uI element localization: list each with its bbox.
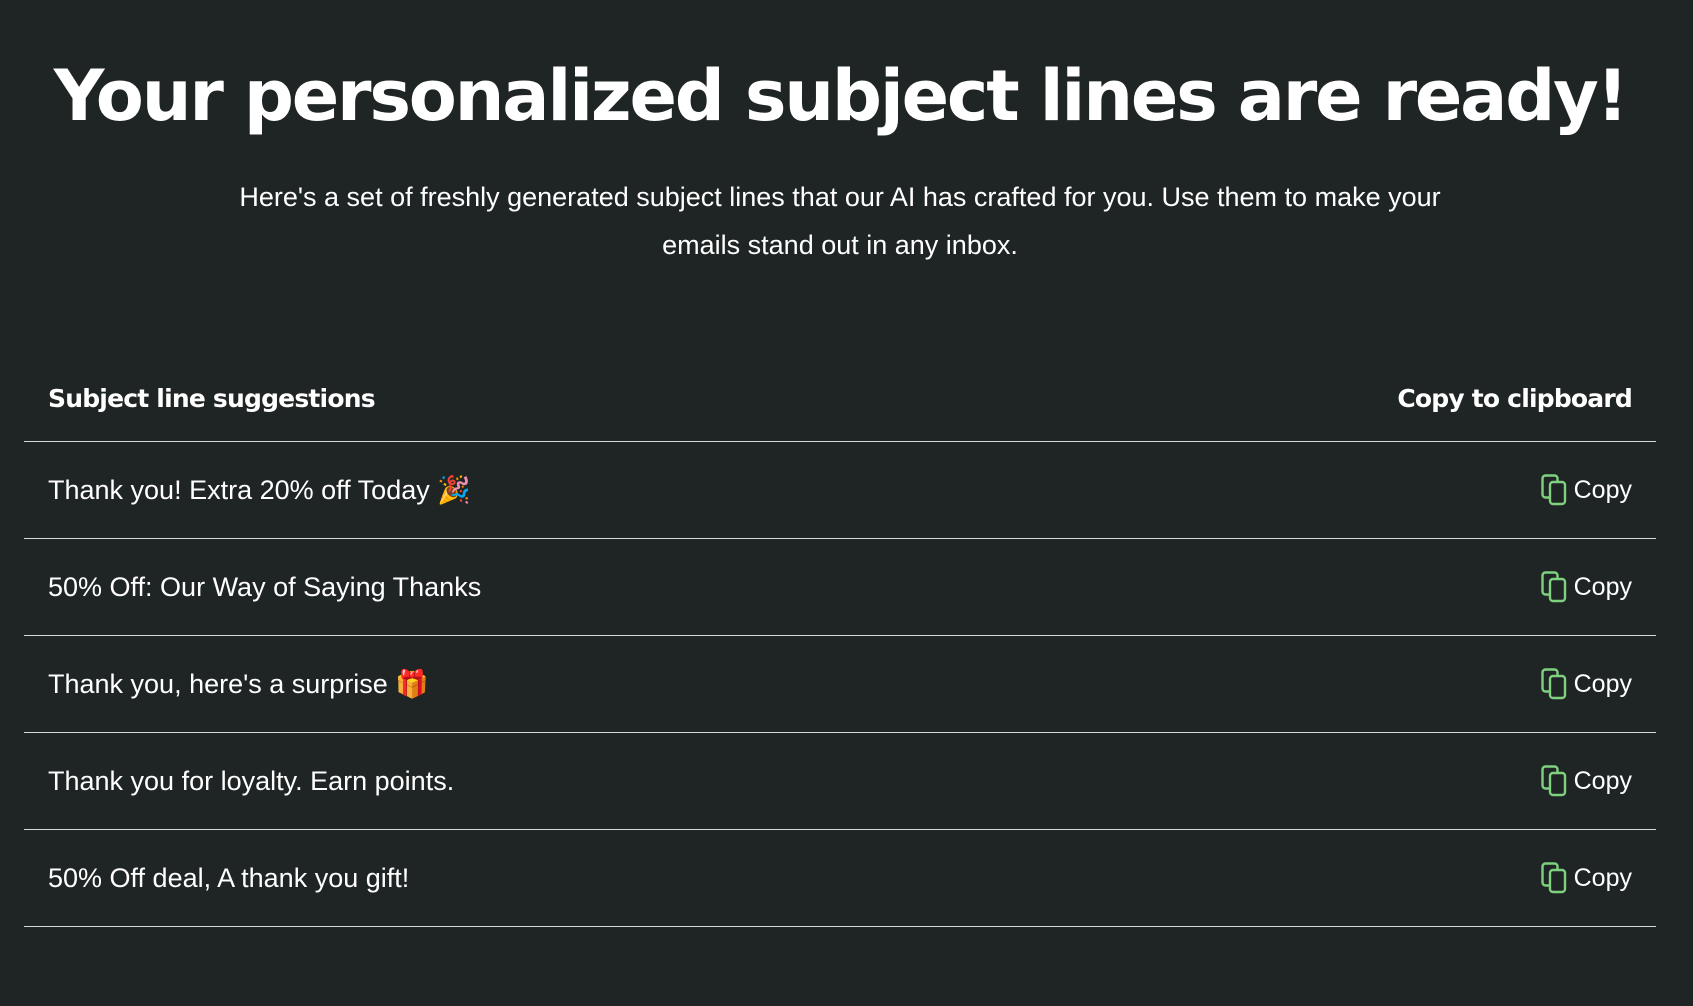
copy-button[interactable]: Copy <box>1540 765 1632 797</box>
subject-line-text: Thank you for loyalty. Earn points. <box>48 765 455 796</box>
copy-label: Copy <box>1573 572 1632 601</box>
table-row: Thank you! Extra 20% off Today 🎉 Copy <box>24 442 1656 539</box>
copy-icon <box>1540 668 1567 700</box>
table-row: 50% Off: Our Way of Saying Thanks Copy <box>24 539 1656 636</box>
copy-label: Copy <box>1573 766 1632 795</box>
table-header: Subject line suggestions Copy to clipboa… <box>24 356 1656 442</box>
subject-line-text: Thank you, here's a surprise 🎁 <box>48 669 429 699</box>
copy-icon <box>1540 765 1567 797</box>
subject-line-text: 50% Off deal, A thank you gift! <box>48 862 410 893</box>
copy-icon <box>1540 571 1567 603</box>
copy-label: Copy <box>1573 669 1632 698</box>
column-header-copy: Copy to clipboard <box>1397 384 1632 413</box>
table-row: 50% Off deal, A thank you gift! Copy <box>24 830 1656 927</box>
copy-icon <box>1540 474 1567 506</box>
subject-line-text: 50% Off: Our Way of Saying Thanks <box>48 571 482 602</box>
copy-label: Copy <box>1573 863 1632 892</box>
copy-button[interactable]: Copy <box>1540 571 1632 603</box>
copy-button[interactable]: Copy <box>1540 474 1632 506</box>
table-row: Thank you for loyalty. Earn points. Copy <box>24 733 1656 830</box>
table-row: Thank you, here's a surprise 🎁 Copy <box>24 636 1656 733</box>
page-title: Your personalized subject lines are read… <box>53 55 1629 137</box>
column-header-suggestions: Subject line suggestions <box>48 384 376 413</box>
subject-lines-table: Subject line suggestions Copy to clipboa… <box>24 356 1656 927</box>
copy-icon <box>1540 862 1567 894</box>
copy-button[interactable]: Copy <box>1540 668 1632 700</box>
page-subtitle: Here's a set of freshly generated subjec… <box>239 182 1441 260</box>
copy-button[interactable]: Copy <box>1540 862 1632 894</box>
subject-line-text: Thank you! Extra 20% off Today 🎉 <box>48 475 471 505</box>
page: Your personalized subject lines are read… <box>0 0 1693 1006</box>
copy-label: Copy <box>1573 475 1632 504</box>
